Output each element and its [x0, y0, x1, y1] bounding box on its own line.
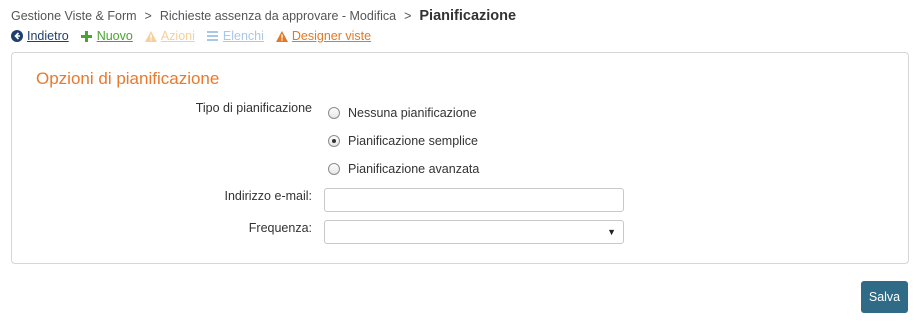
save-button[interactable]: Salva [861, 281, 908, 313]
designer-link[interactable]: Designer viste [275, 29, 372, 43]
radio-button[interactable] [328, 135, 340, 147]
radio-button[interactable] [328, 107, 340, 119]
radio-no-schedule[interactable]: Nessuna pianificazione [328, 106, 477, 120]
radio-advanced-schedule[interactable]: Pianificazione avanzata [328, 162, 479, 176]
lists-label: Elenchi [222, 29, 264, 43]
radio-label: Pianificazione semplice [348, 134, 478, 148]
back-link[interactable]: Indietro [11, 29, 69, 43]
breadcrumb-item-richieste[interactable]: Richieste assenza da approvare - Modific… [160, 9, 396, 23]
warning-icon [144, 30, 157, 42]
panel-title: Opzioni di pianificazione [36, 69, 220, 88]
toolbar: Indietro Nuovo Azioni Elenchi Designer v… [11, 27, 371, 45]
email-label: Indirizzo e-mail: [224, 189, 312, 203]
radio-label: Pianificazione avanzata [348, 162, 480, 176]
new-link[interactable]: Nuovo [81, 29, 133, 43]
frequency-label: Frequenza: [248, 221, 312, 235]
breadcrumb: Gestione Viste & Form > Richieste assenz… [11, 6, 516, 26]
breadcrumb-separator: > [404, 9, 412, 23]
radio-label: Nessuna pianificazione [348, 106, 477, 120]
frequency-select[interactable]: ▼ [324, 220, 624, 244]
actions-label: Azioni [160, 29, 195, 43]
breadcrumb-separator: > [144, 9, 152, 23]
plus-icon [81, 30, 93, 42]
email-field[interactable] [324, 188, 624, 212]
chevron-down-icon: ▼ [607, 227, 616, 237]
page-title: Pianificazione [419, 8, 517, 24]
breadcrumb-item-gestione[interactable]: Gestione Viste & Form [11, 9, 137, 23]
scheduling-options-panel: Opzioni di pianificazione Tipo di pianif… [11, 52, 909, 264]
warning-icon [275, 30, 288, 42]
radio-simple-schedule[interactable]: Pianificazione semplice [328, 134, 478, 148]
lists-link[interactable]: Elenchi [207, 29, 264, 43]
radio-button[interactable] [328, 163, 340, 175]
circle-arrow-left-icon [11, 30, 23, 42]
schedule-type-label: Tipo di pianificazione [195, 101, 312, 115]
back-label: Indietro [27, 29, 69, 43]
actions-link[interactable]: Azioni [144, 29, 195, 43]
new-label: Nuovo [96, 29, 133, 43]
designer-label: Designer viste [291, 29, 372, 43]
list-icon [207, 30, 219, 42]
